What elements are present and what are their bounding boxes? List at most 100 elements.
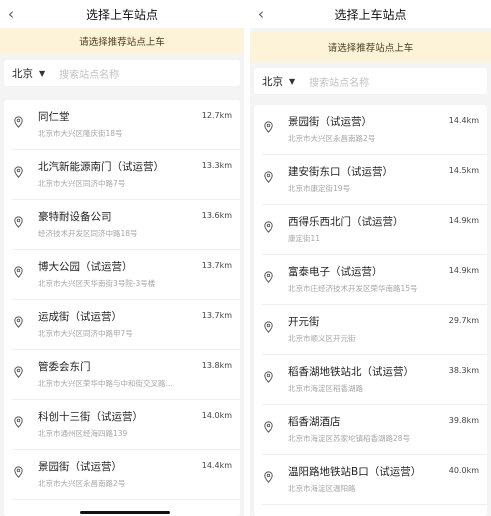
search-input[interactable]: 搜索站点名称 — [59, 66, 119, 81]
location-pin-icon — [264, 221, 273, 233]
station-distance: 13.7km — [201, 261, 232, 270]
station-item[interactable]: 科创十三街（试运营） 北京市通州区经海四路139 14.0km — [12, 400, 240, 450]
location-pin-icon — [14, 366, 23, 378]
station-item[interactable]: 稻香湖地铁站北（试运营） 北京市海淀区稻香湖路 38.3km — [262, 355, 487, 405]
station-name: 景园街（试运营） — [38, 461, 122, 473]
city-selector[interactable]: 北京 — [12, 66, 33, 81]
station-item[interactable]: 景园街（试运营） 北京市大兴区永昌南路2号 14.4km — [12, 450, 240, 500]
station-address: 康定街11 — [288, 234, 321, 243]
location-pin-icon — [264, 421, 273, 433]
station-distance: 14.5km — [448, 166, 479, 175]
station-distance: 12.7km — [201, 111, 232, 120]
location-pin-icon — [14, 116, 23, 128]
station-item[interactable]: 开元街北京市顺义区开元街 29.7km — [262, 305, 487, 355]
station-name: 豪特耐设备公司 — [38, 211, 112, 223]
station-name: 富泰电子（试运营） — [288, 266, 383, 278]
station-name: 稻香湖酒店 — [288, 416, 341, 428]
station-distance: 40.0km — [448, 466, 479, 475]
location-pin-icon — [264, 371, 273, 383]
station-distance: 38.3km — [448, 366, 479, 375]
station-distance: 14.9km — [448, 266, 479, 275]
station-name: 景园街（试运营） — [288, 116, 372, 128]
station-name: 稻香湖地铁站北（试运营） — [288, 366, 414, 378]
station-name: 开元街 — [288, 316, 320, 328]
station-address: 北京市庄经济技术开发区荣华南路15号 — [288, 284, 418, 293]
station-address: 北京市顺义区开元街 — [288, 334, 356, 343]
station-address: 北京市大兴区同济中路7号 — [38, 179, 126, 188]
city-selector[interactable]: 北京 — [262, 74, 283, 89]
station-distance: 14.4km — [201, 461, 232, 470]
station-list: 景园街（试运营） 北京市大兴区永昌南路2号 14.4km 建安街东口（试运营） 北京市康… — [254, 105, 487, 516]
station-distance: 14.0km — [201, 411, 232, 420]
left-screen: ‹ 选择上车站点 请选择推荐站点上车 北京 ▼ 搜索站点名称 同仁堂北京市大兴区… — [0, 0, 244, 516]
station-name: 西得乐西北门（试运营） — [288, 216, 404, 228]
station-address: 北京市大兴区天华南街3号院-3号楼 — [38, 279, 156, 288]
notice-banner: 请选择推荐站点上车 — [250, 32, 491, 62]
station-item[interactable]: 稻香湖酒店北京市海淀区苏家坨镇稻香湖路28号 39.8km — [262, 405, 487, 455]
station-address: 北京市大兴区永昌南路2号 — [288, 134, 376, 143]
page-title: 选择上车站点 — [334, 7, 407, 22]
station-name: 温阳路地铁站B口（试运营） — [288, 466, 422, 478]
home-indicator — [80, 511, 170, 514]
station-item[interactable]: 博大公园（试运营） 北京市大兴区天华南街3号院-3号楼 13.7km — [12, 250, 240, 300]
search-input[interactable]: 搜索站点名称 — [309, 74, 369, 89]
station-address: 北京市海淀区温阳路 — [288, 484, 356, 493]
station-distance: 13.6km — [201, 211, 232, 220]
page-title: 选择上车站点 — [85, 7, 158, 22]
station-item[interactable]: 豪特耐设备公司经济技术开发区同济中路18号 13.6km — [12, 200, 240, 250]
station-item[interactable]: 富泰电子（试运营） 北京市庄经济技术开发区荣华南路15号 14.9km — [262, 255, 487, 305]
station-item[interactable]: 北汽新能源南门（试运营） 北京市大兴区同济中路7号 13.3km — [12, 150, 240, 200]
location-pin-icon — [264, 321, 273, 333]
station-distance: 14.4km — [448, 116, 479, 125]
station-list: 同仁堂北京市大兴区隆庆街18号 12.7km 北汽新能源南门（试运营） 北京市大兴区同… — [4, 100, 240, 516]
station-name: 北汽新能源南门（试运营） — [38, 161, 164, 173]
station-address: 北京市通州区经海四路139 — [38, 429, 128, 438]
station-distance: 39.8km — [448, 416, 479, 425]
station-name: 管委会东门 — [38, 361, 91, 373]
search-bar[interactable]: 北京 ▼ 搜索站点名称 — [254, 68, 487, 94]
chevron-left-icon[interactable]: ‹ — [258, 5, 264, 23]
location-pin-icon — [14, 216, 23, 228]
nav-bar: ‹ 选择上车站点 — [0, 0, 244, 28]
station-distance: 14.9km — [448, 216, 479, 225]
station-name: 博大公园（试运营） — [38, 261, 133, 273]
station-item[interactable]: 温阳路地铁站B口（试运营） 北京市海淀区温阳路 40.0km — [262, 455, 487, 505]
location-pin-icon — [14, 316, 23, 328]
station-name: 建安街东口（试运营） — [288, 166, 393, 178]
station-distance: 29.7km — [448, 316, 479, 325]
station-item[interactable]: 建安街东口（试运营） 北京市康定街19号 14.5km — [262, 155, 487, 205]
station-address: 北京市大兴区隆庆街18号 — [38, 129, 123, 138]
location-pin-icon — [14, 466, 23, 478]
station-address: 经济技术开发区同济中路18号 — [38, 229, 138, 238]
caret-down-icon[interactable]: ▼ — [39, 69, 45, 78]
station-distance: 13.8km — [201, 361, 232, 370]
location-pin-icon — [14, 416, 23, 428]
station-address: 北京市大兴区同济中路甲7号 — [38, 329, 133, 338]
station-item[interactable]: 管委会东门北京市大兴区荣华中路与中和街交叉路... 13.8km — [12, 350, 240, 400]
location-pin-icon — [264, 121, 273, 133]
station-distance: 13.7km — [201, 311, 232, 320]
station-distance: 13.3km — [201, 161, 232, 170]
search-bar[interactable]: 北京 ▼ 搜索站点名称 — [4, 60, 240, 86]
location-pin-icon — [14, 266, 23, 278]
station-address: 北京市大兴区荣华中路与中和街交叉路... — [38, 379, 173, 388]
station-name: 科创十三街（试运营） — [38, 411, 143, 423]
caret-down-icon[interactable]: ▼ — [289, 77, 295, 86]
chevron-left-icon[interactable]: ‹ — [8, 5, 14, 23]
station-address: 北京市康定街19号 — [288, 184, 351, 193]
location-pin-icon — [14, 166, 23, 178]
location-pin-icon — [264, 271, 273, 283]
station-item[interactable]: 同仁堂北京市大兴区隆庆街18号 12.7km — [12, 100, 240, 150]
station-item[interactable]: 西得乐西北门（试运营） 康定街11 14.9km — [262, 205, 487, 255]
location-pin-icon — [264, 171, 273, 183]
notice-banner: 请选择推荐站点上车 — [0, 28, 244, 54]
station-address: 北京市海淀区稻香湖路 — [288, 384, 363, 393]
station-name: 同仁堂 — [38, 111, 70, 123]
nav-bar: ‹ 选择上车站点 — [250, 0, 491, 28]
location-pin-icon — [264, 471, 273, 483]
station-address: 北京市大兴区永昌南路2号 — [38, 479, 126, 488]
right-screen: ‹ 选择上车站点 请选择推荐站点上车 北京 ▼ 搜索站点名称 景园街（试运营） 北… — [250, 0, 491, 516]
station-item[interactable]: 景园街（试运营） 北京市大兴区永昌南路2号 14.4km — [262, 105, 487, 155]
station-address: 北京市海淀区苏家坨镇稻香湖路28号 — [288, 434, 411, 443]
station-item[interactable]: 运成街（试运营） 北京市大兴区同济中路甲7号 13.7km — [12, 300, 240, 350]
